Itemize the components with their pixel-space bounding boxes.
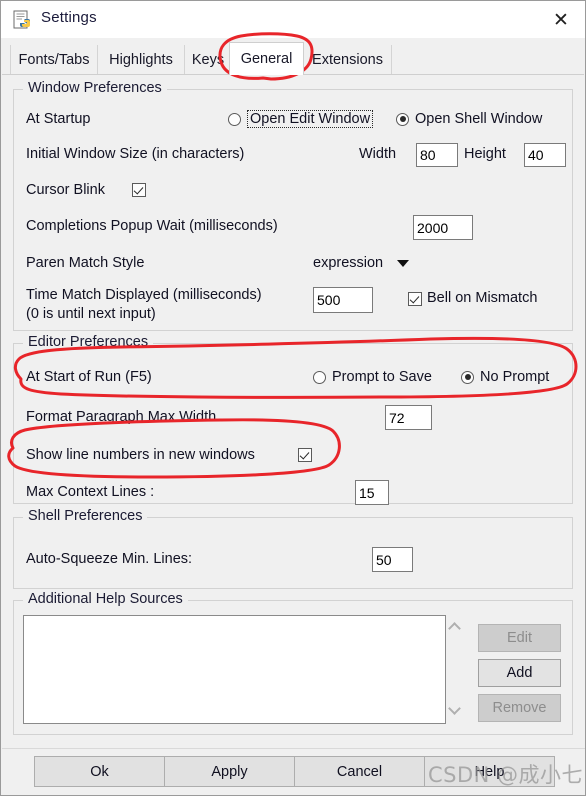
close-icon[interactable]: ✕ (547, 7, 575, 33)
time-match-displayed-input[interactable]: 500 (313, 287, 373, 313)
radio-indicator (396, 112, 409, 126)
radio-indicator (228, 112, 241, 126)
auto-squeeze-min-lines-value: 50 (376, 551, 392, 568)
format-paragraph-max-width-label: Format Paragraph Max Width (26, 409, 217, 425)
tab-label: Fonts/Tabs (18, 52, 90, 68)
window-title: Settings (41, 9, 97, 26)
tab-fonts-tabs[interactable]: Fonts/Tabs (10, 45, 98, 75)
ok-button[interactable]: Ok (34, 756, 165, 787)
radio-label: Open Edit Window (247, 110, 374, 128)
settings-dialog: Settings ✕ Fonts/Tabs Highlights Keys Ge… (0, 0, 586, 796)
show-line-numbers-label: Show line numbers in new windows (26, 447, 255, 463)
group-title: Editor Preferences (23, 334, 154, 350)
auto-squeeze-min-lines-label: Auto-Squeeze Min. Lines: (26, 551, 193, 567)
title-bar: Settings ✕ (1, 1, 585, 39)
tab-keys[interactable]: Keys (184, 45, 232, 75)
width-label: Width (359, 146, 397, 162)
at-startup-label: At Startup (26, 111, 91, 127)
tab-strip: Fonts/Tabs Highlights Keys General Exten… (1, 38, 585, 75)
show-line-numbers-checkbox[interactable] (298, 448, 312, 462)
completions-popup-wait-value: 2000 (417, 219, 449, 236)
button-label: Remove (492, 700, 547, 716)
group-title: Window Preferences (23, 80, 167, 96)
width-value: 80 (420, 147, 436, 163)
radio-prompt-to-save[interactable]: Prompt to Save (313, 369, 432, 385)
chevron-down-icon (397, 259, 410, 267)
apply-button[interactable]: Apply (164, 756, 295, 787)
completions-popup-wait-input[interactable]: 2000 (413, 215, 473, 240)
format-paragraph-max-width-input[interactable]: 72 (385, 405, 432, 430)
button-label: Apply (211, 763, 248, 780)
scroll-down-icon[interactable] (448, 702, 461, 715)
tab-label: General (240, 51, 293, 67)
tab-highlights[interactable]: Highlights (97, 45, 185, 75)
radio-open-shell-window[interactable]: Open Shell Window (396, 111, 542, 127)
remove-help-source-button[interactable]: Remove (478, 694, 561, 722)
tab-extensions[interactable]: Extensions (303, 45, 392, 75)
tab-general[interactable]: General (229, 42, 304, 75)
radio-label: Open Shell Window (415, 111, 543, 127)
time-match-displayed-sublabel: (0 is until next input) (26, 306, 156, 322)
radio-open-edit-window[interactable]: Open Edit Window (228, 110, 374, 128)
tab-label: Extensions (312, 52, 383, 68)
radio-label: No Prompt (480, 369, 550, 385)
bell-on-mismatch-label: Bell on Mismatch (427, 290, 538, 306)
radio-indicator (313, 370, 326, 384)
width-input[interactable]: 80 (416, 143, 458, 167)
tab-label: Keys (191, 52, 225, 68)
completions-popup-wait-label: Completions Popup Wait (milliseconds) (26, 218, 278, 234)
auto-squeeze-min-lines-input[interactable]: 50 (372, 547, 413, 572)
max-context-lines-value: 15 (359, 484, 375, 501)
edit-help-source-button[interactable]: Edit (478, 624, 561, 652)
bell-on-mismatch-checkbox[interactable] (408, 292, 422, 306)
group-title: Additional Help Sources (23, 591, 188, 607)
at-start-of-run-label: At Start of Run (F5) (26, 369, 152, 385)
height-input[interactable]: 40 (524, 143, 566, 167)
height-value: 40 (528, 147, 544, 163)
initial-window-size-label: Initial Window Size (in characters) (26, 146, 245, 162)
idle-python-icon (13, 10, 33, 30)
paren-match-style-value: expression (313, 255, 384, 271)
height-label: Height (464, 146, 506, 162)
help-sources-scrollbar[interactable] (446, 615, 463, 724)
paren-match-style-label: Paren Match Style (26, 255, 145, 271)
radio-indicator (461, 370, 474, 384)
time-match-displayed-label: Time Match Displayed (milliseconds) (26, 287, 262, 303)
radio-label: Prompt to Save (332, 369, 432, 385)
time-match-displayed-value: 500 (317, 292, 341, 308)
paren-match-style-select[interactable]: expression (313, 255, 410, 271)
add-help-source-button[interactable]: Add (478, 659, 561, 687)
footer-divider (2, 748, 585, 749)
button-label: Edit (507, 630, 532, 646)
button-label: Cancel (336, 763, 383, 780)
csdn-watermark: CSDN @成小七 (428, 763, 584, 787)
max-context-lines-input[interactable]: 15 (355, 480, 389, 505)
max-context-lines-label: Max Context Lines : (26, 484, 155, 500)
general-tab-panel: Window Preferences At Startup Open Edit … (2, 74, 584, 749)
group-title: Shell Preferences (23, 508, 148, 524)
button-label: Ok (90, 763, 109, 780)
format-paragraph-max-width-value: 72 (389, 409, 405, 426)
tab-label: Highlights (109, 52, 173, 68)
scroll-up-icon[interactable] (448, 622, 461, 635)
cursor-blink-checkbox[interactable] (132, 183, 146, 197)
help-sources-listbox[interactable] (23, 615, 446, 724)
cursor-blink-label: Cursor Blink (26, 182, 105, 198)
button-label: Add (506, 665, 533, 681)
cancel-button[interactable]: Cancel (294, 756, 425, 787)
radio-no-prompt[interactable]: No Prompt (461, 369, 549, 385)
